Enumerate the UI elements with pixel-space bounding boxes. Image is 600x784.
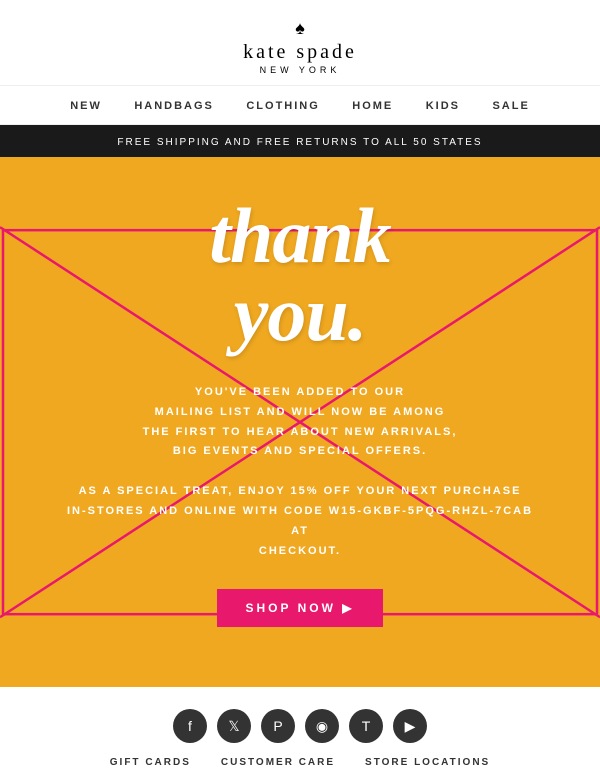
- brand-location: NEW YORK: [0, 65, 600, 75]
- instagram-icon[interactable]: ◉: [305, 709, 339, 743]
- promo-code-text: AS A SPECIAL TREAT, ENJOY 15% OFF YOUR N…: [60, 482, 540, 561]
- thank-you-heading: thankyou.: [60, 197, 540, 353]
- nav-home[interactable]: HOME: [352, 100, 393, 112]
- envelope-section: thankyou. YOU'VE BEEN ADDED TO OUR MAILI…: [0, 157, 600, 687]
- email-wrapper: ♠ kate spade NEW YORK NEW HANDBAGS CLOTH…: [0, 0, 600, 784]
- store-locations-link[interactable]: STORE LOCATIONS: [365, 757, 490, 768]
- gift-cards-link[interactable]: GIFT CARDS: [110, 757, 191, 768]
- brand-name: kate spade: [0, 41, 600, 64]
- facebook-icon[interactable]: f: [173, 709, 207, 743]
- footer-links: GIFT CARDS CUSTOMER CARE STORE LOCATIONS: [0, 757, 600, 768]
- banner-text: FREE SHIPPING AND FREE RETURNS TO ALL 50…: [117, 137, 482, 148]
- youtube-icon[interactable]: ▶: [393, 709, 427, 743]
- envelope-content: thankyou. YOU'VE BEEN ADDED TO OUR MAILI…: [0, 157, 600, 687]
- social-icons-row: f 𝕏 P ◉ T ▶: [0, 709, 600, 743]
- customer-care-link[interactable]: CUSTOMER CARE: [221, 757, 335, 768]
- mailing-list-text: YOU'VE BEEN ADDED TO OUR MAILING LIST AN…: [60, 383, 540, 462]
- nav-clothing[interactable]: CLOTHING: [246, 100, 319, 112]
- nav-sale[interactable]: SALE: [492, 100, 529, 112]
- header: ♠ kate spade NEW YORK: [0, 0, 600, 85]
- twitter-icon[interactable]: 𝕏: [217, 709, 251, 743]
- spade-icon: ♠: [0, 18, 600, 39]
- nav-kids[interactable]: KIDS: [426, 100, 460, 112]
- pinterest-icon[interactable]: P: [261, 709, 295, 743]
- navigation: NEW HANDBAGS CLOTHING HOME KIDS SALE: [0, 85, 600, 125]
- tumblr-icon[interactable]: T: [349, 709, 383, 743]
- nav-handbags[interactable]: HANDBAGS: [134, 100, 214, 112]
- footer: f 𝕏 P ◉ T ▶ GIFT CARDS CUSTOMER CARE STO…: [0, 687, 600, 784]
- nav-new[interactable]: NEW: [70, 100, 102, 112]
- promo-banner: FREE SHIPPING AND FREE RETURNS TO ALL 50…: [0, 125, 600, 157]
